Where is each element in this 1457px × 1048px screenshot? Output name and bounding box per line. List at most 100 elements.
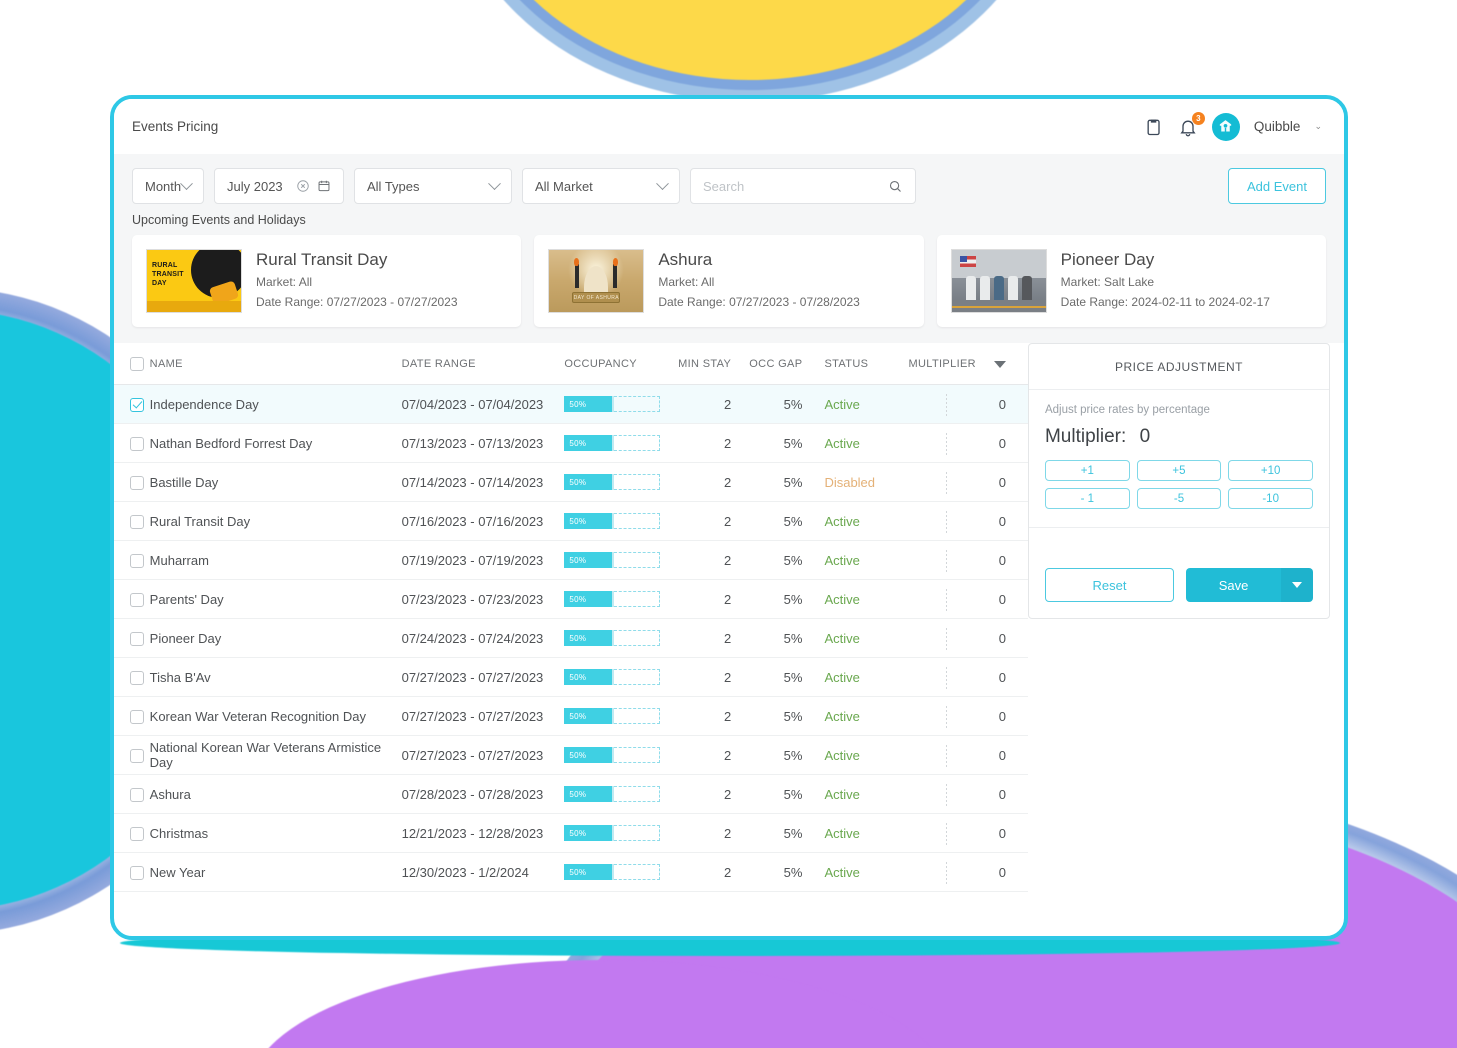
row-multiplier[interactable]: 0	[908, 735, 1028, 775]
row-checkbox[interactable]	[130, 787, 144, 802]
row-multiplier[interactable]: 0	[908, 579, 1028, 619]
save-button[interactable]: Save	[1186, 568, 1282, 602]
row-checkbox[interactable]	[130, 709, 144, 724]
event-card[interactable]: RURAL TRANSIT DAY Rural Transit Day Market…	[132, 235, 522, 327]
row-date-range: 07/19/2023 - 07/19/2023	[401, 540, 565, 580]
multiplier-divider	[946, 511, 948, 533]
row-multiplier[interactable]: 0	[908, 618, 1028, 658]
table-row[interactable]: Christmas 12/21/2023 - 12/28/2023 50% 2 5% Ac…	[114, 813, 1028, 853]
row-status: Active	[818, 696, 909, 736]
sort-descending-icon[interactable]	[993, 360, 1006, 368]
add-event-button[interactable]: Add Event	[1228, 168, 1326, 204]
multiplier-minus-1-button[interactable]: - 1	[1044, 488, 1130, 509]
row-checkbox[interactable]	[130, 514, 144, 529]
row-multiplier[interactable]: 0	[908, 813, 1028, 853]
search-icon[interactable]	[888, 179, 903, 194]
row-multiplier[interactable]: 0	[908, 696, 1028, 736]
row-date-range: 07/27/2023 - 07/27/2023	[401, 735, 565, 775]
row-date-range: 07/23/2023 - 07/23/2023	[401, 579, 565, 619]
table-row[interactable]: Pioneer Day 07/24/2023 - 07/24/2023 50% 2 5%…	[114, 618, 1028, 658]
multiplier-plus-10-button[interactable]: +10	[1228, 460, 1313, 481]
row-checkbox[interactable]	[130, 436, 144, 451]
event-card[interactable]: Pioneer Day Market: Salt Lake Date Range…	[936, 235, 1326, 327]
row-select-cell	[114, 696, 150, 736]
row-occ-gap: 5%	[749, 774, 819, 814]
reset-button[interactable]: Reset	[1044, 568, 1174, 602]
row-multiplier[interactable]: 0	[908, 774, 1028, 814]
row-multiplier[interactable]: 0	[908, 501, 1028, 541]
row-multiplier[interactable]: 0	[908, 462, 1028, 502]
row-checkbox[interactable]	[130, 475, 144, 490]
chevron-down-icon[interactable]: ⌄	[1314, 121, 1322, 132]
row-occupancy: 50%	[564, 696, 676, 736]
save-dropdown-caret[interactable]	[1281, 568, 1314, 602]
occupancy-bar: 50%	[564, 435, 661, 451]
price-adjustment-footer: Reset Save	[1029, 528, 1329, 618]
avatar[interactable]	[1211, 112, 1240, 141]
row-checkbox[interactable]	[130, 553, 144, 568]
table-row[interactable]: Tisha B'Av 07/27/2023 - 07/27/2023 50% 2 5% A…	[114, 657, 1028, 697]
search-box[interactable]	[690, 168, 916, 204]
types-select-label: All Types	[367, 178, 420, 194]
row-multiplier[interactable]: 0	[908, 852, 1028, 892]
row-multiplier[interactable]: 0	[908, 540, 1028, 580]
multiplier-plus-1-button[interactable]: +1	[1044, 460, 1130, 481]
occupancy-remainder	[614, 552, 661, 568]
table-row[interactable]: Nathan Bedford Forrest Day 07/13/2023 - 0…	[114, 423, 1028, 463]
clear-circle-icon[interactable]	[296, 179, 310, 193]
status-badge: Active	[824, 786, 860, 802]
row-checkbox[interactable]	[130, 670, 144, 685]
multiplier-minus-5-button[interactable]: -5	[1136, 488, 1222, 509]
multiplier-plus-5-button[interactable]: +5	[1136, 460, 1222, 481]
table-row[interactable]: Muharram 07/19/2023 - 07/19/2023 50% 2 5% Act…	[114, 540, 1028, 580]
table-row[interactable]: New Year 12/30/2023 - 1/2/2024 50% 2 5% Activ…	[114, 852, 1028, 892]
table-row[interactable]: Rural Transit Day 07/16/2023 - 07/16/2023…	[114, 501, 1028, 541]
period-select[interactable]: Month	[132, 168, 204, 204]
column-header-occupancy[interactable]: OCCUPANCY	[564, 343, 676, 385]
row-multiplier[interactable]: 0	[908, 384, 1028, 424]
row-min-stay: 2	[675, 774, 750, 814]
status-badge: Disabled	[824, 474, 876, 490]
bell-icon[interactable]: 3	[1178, 111, 1205, 137]
table-row[interactable]: Bastille Day 07/14/2023 - 07/14/2023 50% 2 5…	[114, 462, 1028, 502]
row-date-range: 07/24/2023 - 07/24/2023	[401, 618, 565, 658]
column-header-name[interactable]: NAME	[149, 343, 402, 385]
table-header-row: NAME DATE RANGE OCCUPANCY MIN STAY OCC G…	[114, 343, 1028, 385]
table-row[interactable]: Parents' Day 07/23/2023 - 07/23/2023 50% 2 5…	[114, 579, 1028, 619]
search-input[interactable]	[703, 178, 883, 194]
row-checkbox[interactable]	[130, 592, 144, 607]
multiplier-minus-10-button[interactable]: -10	[1228, 488, 1313, 509]
market-value: All	[298, 274, 313, 289]
market-select[interactable]: All Market	[522, 168, 680, 204]
table-row[interactable]: Ashura 07/28/2023 - 07/28/2023 50% 2 5% Activ…	[114, 774, 1028, 814]
types-select[interactable]: All Types	[354, 168, 512, 204]
row-date-range: 07/04/2023 - 07/04/2023	[401, 384, 565, 424]
event-card[interactable]: DAY OF ASHURA Ashura Market: All Date Ra…	[534, 235, 924, 327]
date-picker[interactable]: July 2023	[214, 168, 344, 204]
row-checkbox[interactable]	[130, 397, 144, 412]
clipboard-icon[interactable]	[1144, 117, 1164, 137]
table-row[interactable]: Korean War Veteran Recognition Day 07/27/…	[114, 696, 1028, 736]
column-header-status[interactable]: STATUS	[818, 343, 909, 385]
table-row[interactable]: Independence Day 07/04/2023 - 07/04/2023 5…	[114, 384, 1028, 424]
column-header-date-range[interactable]: DATE RANGE	[401, 343, 565, 385]
row-checkbox[interactable]	[130, 631, 144, 646]
status-badge: Active	[824, 825, 860, 841]
occupancy-remainder	[614, 474, 661, 490]
select-all-checkbox[interactable]	[130, 357, 144, 371]
multiplier-value: 0	[1139, 426, 1151, 447]
calendar-icon[interactable]	[317, 179, 331, 193]
row-multiplier[interactable]: 0	[908, 423, 1028, 463]
row-checkbox[interactable]	[130, 826, 144, 841]
row-name: National Korean War Veterans Armistice D…	[149, 735, 402, 775]
row-multiplier[interactable]: 0	[908, 657, 1028, 697]
column-header-multiplier[interactable]: MULTIPLIER	[908, 343, 1028, 385]
column-header-occ-gap[interactable]: OCC GAP	[749, 343, 819, 385]
table-row[interactable]: National Korean War Veterans Armistice D…	[114, 735, 1028, 775]
row-checkbox[interactable]	[130, 748, 144, 763]
column-header-min-stay[interactable]: MIN STAY	[675, 343, 750, 385]
row-checkbox[interactable]	[130, 865, 144, 880]
user-name[interactable]: Quibble	[1254, 119, 1301, 134]
row-occupancy: 50%	[564, 852, 676, 892]
occupancy-bar: 50%	[564, 786, 661, 802]
